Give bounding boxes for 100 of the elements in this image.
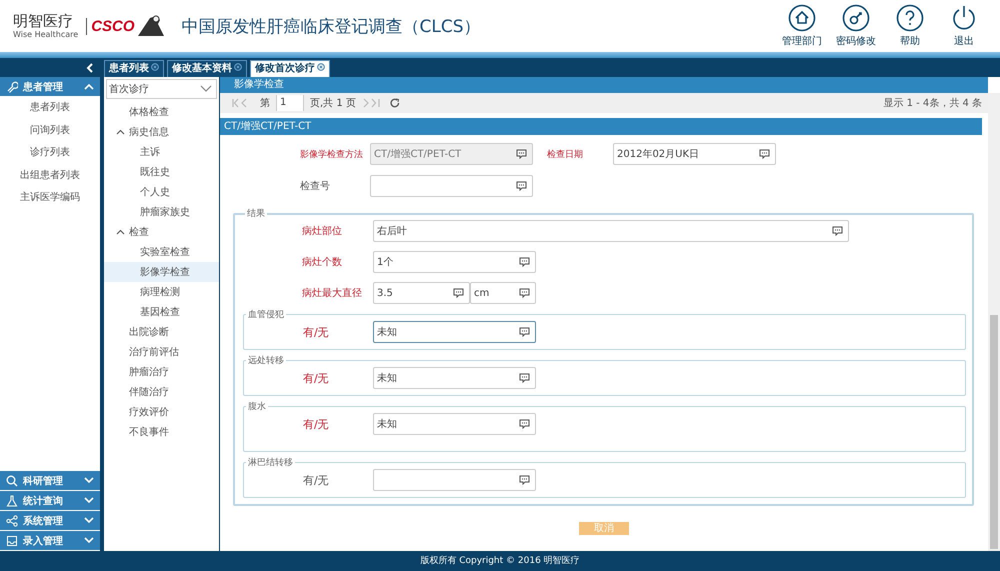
- collapse-icon[interactable]: [86, 62, 94, 72]
- tree-item[interactable]: 伴随治疗: [104, 382, 219, 402]
- sidebar-section[interactable]: 系统管理: [0, 511, 100, 530]
- tree-item[interactable]: 不良事件: [104, 422, 219, 442]
- input-field[interactable]: [373, 469, 536, 491]
- partner-logo: CSCO: [86, 18, 135, 34]
- tree-item[interactable]: 疗效评价: [104, 402, 219, 422]
- pager-label: 第: [260, 97, 270, 110]
- key-icon: [842, 4, 870, 32]
- tree-item[interactable]: 病理检测: [104, 282, 219, 302]
- close-icon[interactable]: [151, 63, 159, 71]
- tab[interactable]: 修改首次诊疗: [250, 60, 330, 77]
- sidebar-section[interactable]: 统计查询: [0, 491, 100, 510]
- comment-icon: [519, 257, 530, 267]
- tree-item[interactable]: 既往史: [104, 162, 219, 182]
- brand-logo: 明智医疗: [13, 14, 74, 28]
- input-field[interactable]: 3.5: [373, 282, 470, 304]
- sidebar-item[interactable]: 诊疗列表: [0, 142, 100, 164]
- field-label: 检查日期: [546, 148, 583, 160]
- field-label: 影像学检查方法: [299, 148, 363, 160]
- group-legend: 血管侵犯: [246, 308, 286, 321]
- comment-icon: [519, 288, 530, 298]
- close-icon[interactable]: [234, 63, 242, 71]
- tree-item[interactable]: 影像学检查: [104, 262, 219, 282]
- comment-icon: [516, 181, 527, 191]
- field-label: 有/无: [302, 324, 330, 340]
- tree-item[interactable]: 体格检查: [104, 102, 219, 122]
- sidebar-section[interactable]: 科研管理: [0, 471, 100, 490]
- tab[interactable]: 患者列表: [104, 60, 164, 77]
- chevron-icon: [84, 477, 94, 484]
- tree-item[interactable]: 肿瘤治疗: [104, 362, 219, 382]
- tree-item[interactable]: 肿瘤家族史: [104, 202, 219, 222]
- sidebar-item[interactable]: 出组患者列表: [0, 164, 100, 187]
- refresh-icon[interactable]: [390, 98, 400, 108]
- comment-icon: [832, 226, 843, 236]
- caret-icon: [116, 229, 125, 235]
- input-field[interactable]: 未知: [373, 367, 536, 389]
- pager-label: 页,共 1 页: [310, 96, 356, 110]
- close-icon[interactable]: [317, 63, 325, 71]
- group-legend: 远处转移: [246, 354, 286, 367]
- footer-text: 版权所有 Copyright © 2016 明智医疗: [0, 551, 1000, 571]
- sidebar-item[interactable]: 患者列表: [0, 97, 100, 120]
- input-field[interactable]: 未知: [373, 413, 536, 435]
- header-action[interactable]: 管理部门: [778, 4, 826, 48]
- tree-item[interactable]: 检查: [104, 222, 219, 242]
- tree-item[interactable]: 治疗前评估: [104, 342, 219, 362]
- comment-icon: [519, 373, 530, 383]
- panel-title: 影像学检查: [220, 77, 988, 93]
- chevron-icon: [200, 85, 212, 93]
- field-label: 病灶个数: [301, 256, 343, 269]
- header-action[interactable]: 帮助: [886, 4, 934, 48]
- group-legend: 腹水: [246, 400, 268, 413]
- tree-item[interactable]: 主诉: [104, 142, 219, 162]
- tree-item[interactable]: 基因检查: [104, 302, 219, 322]
- power-icon: [950, 4, 978, 32]
- comment-icon: [519, 475, 530, 485]
- tree-item[interactable]: 出院诊断: [104, 322, 219, 342]
- search-icon: [6, 474, 18, 486]
- scrollbar-thumb[interactable]: [990, 315, 998, 549]
- section-title: CT/增强CT/PET-CT: [220, 118, 982, 135]
- field-label: 有/无: [302, 472, 330, 488]
- input-field[interactable]: 2012年02月UK日: [613, 143, 776, 165]
- chevron-icon: [84, 517, 94, 524]
- field-label: 病灶部位: [301, 224, 343, 238]
- input-field[interactable]: 未知: [373, 321, 536, 343]
- chevron-icon: [84, 497, 94, 504]
- tree-item[interactable]: 实验室检查: [104, 242, 219, 262]
- group-legend: 淋巴结转移: [246, 456, 295, 469]
- wrench-icon: [6, 80, 18, 92]
- comment-icon: [516, 149, 527, 159]
- field-label: 有/无: [302, 370, 330, 386]
- input-field[interactable]: 右后叶: [373, 220, 849, 242]
- tree-item[interactable]: 病史信息: [104, 122, 219, 142]
- sidebar-item[interactable]: 主诉医学编码: [0, 187, 100, 210]
- comment-icon: [453, 288, 464, 298]
- field-label: 有/无: [302, 416, 330, 432]
- dropdown[interactable]: 首次诊疗: [106, 79, 217, 99]
- sidebar-section[interactable]: 患者管理: [0, 77, 100, 96]
- chevron-icon: [84, 537, 94, 544]
- input-field[interactable]: [370, 175, 533, 197]
- header-action[interactable]: 退出: [940, 4, 988, 48]
- input-field[interactable]: 1个: [373, 251, 536, 273]
- tree-item[interactable]: 个人史: [104, 182, 219, 202]
- sidebar-section[interactable]: 录入管理: [0, 531, 100, 550]
- chevron-icon: [84, 83, 94, 90]
- sidebar-item[interactable]: 问询列表: [0, 120, 100, 142]
- home-icon: [788, 4, 816, 32]
- mascot-drawing: [136, 14, 166, 38]
- share-icon: [6, 514, 18, 526]
- unit-field[interactable]: cm: [470, 282, 536, 304]
- header-action[interactable]: 密码修改: [832, 4, 880, 48]
- scrollbar[interactable]: [988, 93, 1000, 551]
- help-icon: [896, 4, 924, 32]
- tray-icon: [6, 534, 18, 546]
- tab[interactable]: 修改基本资料: [167, 60, 247, 77]
- page-input[interactable]: 1: [276, 95, 304, 111]
- caret-icon: [116, 129, 125, 135]
- group-legend: 结果: [245, 207, 267, 220]
- comment-icon: [519, 327, 530, 337]
- comment-icon: [759, 149, 770, 159]
